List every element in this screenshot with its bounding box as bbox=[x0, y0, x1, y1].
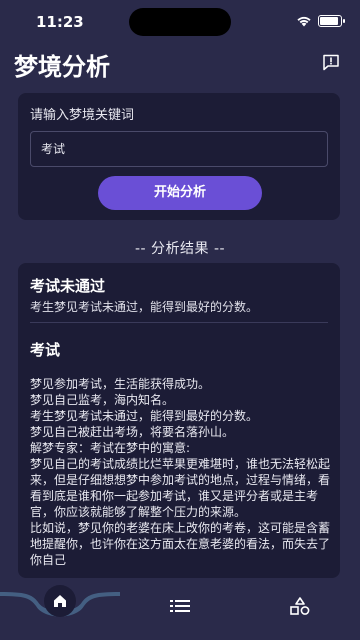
result-body-text: 梦见参加考试，生活能获得成功。 梦见自己监考，海内知名。 考生梦见考试未通过，能… bbox=[30, 377, 331, 567]
message-alert-icon[interactable] bbox=[322, 53, 340, 71]
result-item-text: 考生梦见考试未通过，能得到最好的分数。 bbox=[30, 300, 259, 314]
status-icons bbox=[296, 15, 345, 27]
result-card[interactable]: 考试未通过 考生梦见考试未通过，能得到最好的分数。 考试 梦见参加考试，生活能获… bbox=[18, 263, 340, 578]
status-bar: 11:23 bbox=[0, 0, 360, 44]
search-label: 请输入梦境关键词 bbox=[30, 108, 135, 123]
page-title: 梦境分析 bbox=[14, 53, 110, 81]
wifi-icon bbox=[297, 16, 311, 27]
divider bbox=[30, 322, 328, 323]
home-icon bbox=[54, 595, 66, 607]
search-input[interactable]: 考试 bbox=[30, 131, 328, 167]
list-icon[interactable] bbox=[170, 599, 190, 613]
camera-notch bbox=[129, 8, 231, 36]
status-time: 11:23 bbox=[36, 13, 84, 31]
tab-home[interactable] bbox=[44, 585, 76, 617]
result-item-title: 考试未通过 bbox=[30, 277, 106, 295]
shapes-icon[interactable] bbox=[290, 597, 310, 615]
result-item-title: 考试 bbox=[30, 341, 61, 359]
header: 梦境分析 bbox=[0, 44, 360, 84]
start-analysis-button[interactable]: 开始分析 bbox=[98, 176, 262, 210]
battery-icon bbox=[318, 15, 345, 27]
result-heading: -- 分析结果 -- bbox=[134, 241, 226, 257]
